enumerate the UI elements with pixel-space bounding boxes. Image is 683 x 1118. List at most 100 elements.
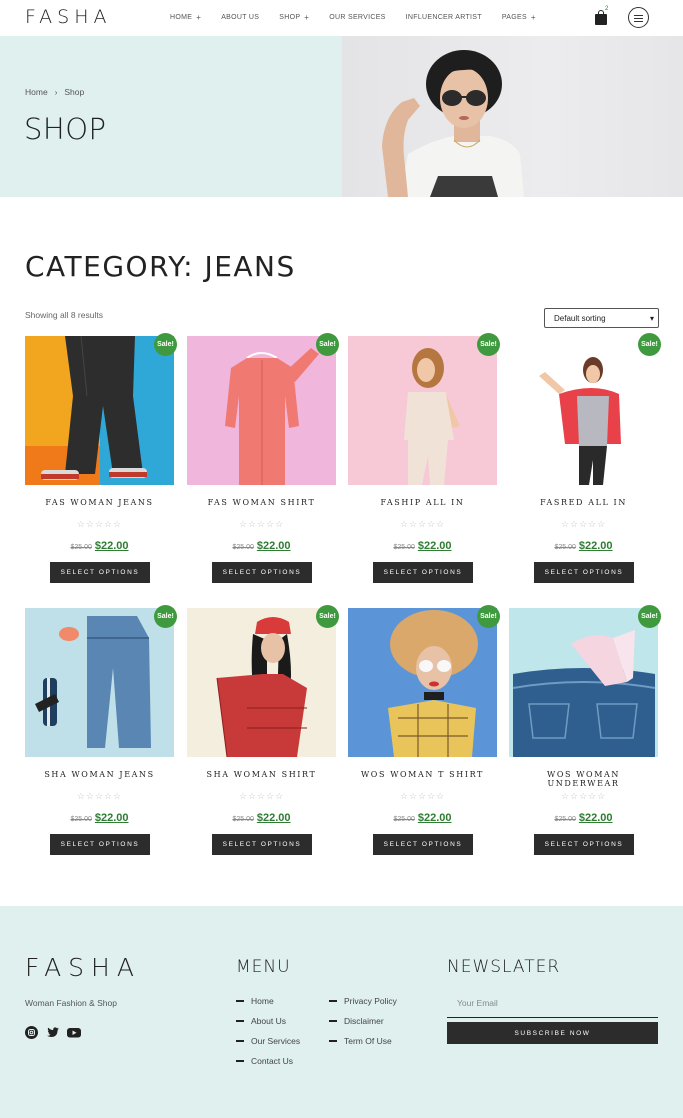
nav-influencer-label: INFLUENCER ARTIST — [405, 14, 482, 21]
site-footer: FASHA Woman Fashion & Shop MENU Home Abo… — [0, 906, 683, 1118]
sale-badge: Sale! — [638, 333, 661, 356]
product-image[interactable] — [187, 608, 336, 757]
product-price: $25.00 $22.00 — [509, 536, 658, 554]
sale-badge: Sale! — [316, 605, 339, 628]
footer-link-label: Term Of Use — [344, 1036, 392, 1046]
hamburger-menu-icon[interactable] — [628, 7, 649, 28]
product-image[interactable] — [348, 336, 497, 485]
product-price: $25.00 $22.00 — [25, 536, 174, 554]
footer-link-term-of-use[interactable]: Term Of Use — [329, 1036, 392, 1046]
old-price: $25.00 — [232, 544, 254, 551]
twitter-icon[interactable] — [46, 1026, 59, 1039]
dash-icon — [236, 1040, 244, 1042]
nav-about-us[interactable]: ABOUT US — [221, 13, 259, 22]
footer-link-label: About Us — [251, 1016, 286, 1026]
product-price: $25.00 $22.00 — [187, 536, 336, 554]
product-name[interactable]: FAS WOMAN SHIRT — [187, 498, 336, 507]
plus-icon: + — [196, 13, 202, 22]
sale-badge: Sale! — [477, 333, 500, 356]
select-options-button[interactable]: SELECT OPTIONS — [534, 562, 634, 583]
nav-influencer-artist[interactable]: INFLUENCER ARTIST — [406, 13, 482, 22]
footer-link-contact-us[interactable]: Contact Us — [236, 1056, 293, 1066]
nav-our-services[interactable]: OUR SERVICES — [329, 13, 385, 22]
sale-price: $22.00 — [578, 812, 613, 824]
breadcrumb: Home › Shop — [25, 87, 84, 97]
product-image[interactable] — [25, 608, 174, 757]
newsletter-email-input[interactable]: Your Email — [447, 994, 658, 1018]
footer-link-about-us[interactable]: About Us — [236, 1016, 286, 1026]
plus-icon: + — [530, 13, 536, 22]
old-price: $25.00 — [393, 544, 415, 551]
footer-logo[interactable]: FASHA — [25, 953, 141, 982]
product-name[interactable]: FAS WOMAN JEANS — [25, 498, 174, 507]
sale-badge: Sale! — [477, 605, 500, 628]
nav-shop-label: SHOP — [279, 14, 301, 21]
footer-menu-heading: MENU — [236, 957, 291, 977]
hero-image — [342, 36, 683, 197]
sale-badge: Sale! — [154, 333, 177, 356]
select-options-button[interactable]: SELECT OPTIONS — [50, 562, 150, 583]
nav-services-label: OUR SERVICES — [329, 14, 386, 21]
cart-icon[interactable] — [595, 10, 607, 25]
instagram-icon[interactable] — [25, 1026, 38, 1039]
sale-price: $22.00 — [417, 812, 452, 824]
subscribe-button[interactable]: SUBSCRIBE NOW — [447, 1022, 658, 1044]
star-rating-icon: ☆☆☆☆☆ — [399, 791, 446, 801]
breadcrumb-current: Shop — [64, 87, 85, 97]
site-header: FASHA HOME + ABOUT US SHOP + OUR SERVICES … — [0, 0, 683, 36]
select-options-button[interactable]: SELECT OPTIONS — [534, 834, 634, 855]
select-options-button[interactable]: SELECT OPTIONS — [212, 834, 312, 855]
footer-link-label: Our Services — [251, 1036, 301, 1046]
product-image[interactable] — [187, 336, 336, 485]
product-name[interactable]: WOS WOMAN UNDERWEAR — [509, 770, 658, 788]
footer-link-disclaimer[interactable]: Disclaimer — [329, 1016, 384, 1026]
nav-pages[interactable]: PAGES + — [502, 13, 536, 22]
sale-badge: Sale! — [316, 333, 339, 356]
category-title: CATEGORY: JEANS — [25, 250, 296, 283]
result-count: Showing all 8 results — [25, 310, 103, 320]
product-price: $25.00 $22.00 — [25, 808, 174, 826]
product-image[interactable] — [509, 608, 658, 757]
sale-price: $22.00 — [417, 540, 452, 552]
product-name[interactable]: SHA WOMAN SHIRT — [187, 770, 336, 779]
select-options-button[interactable]: SELECT OPTIONS — [212, 562, 312, 583]
select-options-button[interactable]: SELECT OPTIONS — [373, 834, 473, 855]
nav-pages-label: PAGES — [501, 14, 527, 21]
product-price: $25.00 $22.00 — [348, 536, 497, 554]
footer-link-label: Privacy Policy — [344, 996, 397, 1006]
footer-link-home[interactable]: Home — [236, 996, 274, 1006]
product-image[interactable] — [25, 336, 174, 485]
nav-shop[interactable]: SHOP + — [279, 13, 309, 22]
old-price: $25.00 — [232, 816, 254, 823]
breadcrumb-separator-icon: › — [54, 87, 58, 97]
product-name[interactable]: SHA WOMAN JEANS — [25, 770, 174, 779]
sort-select[interactable]: Default sorting ▾ — [544, 308, 659, 328]
social-links — [25, 1026, 81, 1039]
site-logo[interactable]: FASHA — [25, 6, 112, 28]
plus-icon: + — [304, 13, 310, 22]
select-options-button[interactable]: SELECT OPTIONS — [50, 834, 150, 855]
dash-icon — [329, 1040, 337, 1042]
dash-icon — [236, 1020, 244, 1022]
product-image[interactable] — [348, 608, 497, 757]
nav-home[interactable]: HOME + — [170, 13, 201, 22]
product-price: $25.00 $22.00 — [348, 808, 497, 826]
star-rating-icon: ☆☆☆☆☆ — [76, 519, 123, 529]
footer-link-privacy-policy[interactable]: Privacy Policy — [329, 996, 397, 1006]
select-options-button[interactable]: SELECT OPTIONS — [373, 562, 473, 583]
footer-link-label: Contact Us — [251, 1056, 294, 1066]
main-nav: HOME + ABOUT US SHOP + OUR SERVICES INFLUE… — [170, 13, 556, 22]
product-image[interactable] — [509, 336, 658, 485]
breadcrumb-home[interactable]: Home — [25, 87, 48, 97]
old-price: $25.00 — [393, 816, 415, 823]
youtube-icon[interactable] — [67, 1026, 81, 1039]
old-price: $25.00 — [70, 816, 92, 823]
sale-badge: Sale! — [638, 605, 661, 628]
product-price: $25.00 $22.00 — [509, 808, 658, 826]
old-price: $25.00 — [554, 816, 576, 823]
old-price: $25.00 — [554, 544, 576, 551]
product-name[interactable]: FASRED ALL IN — [509, 498, 658, 507]
product-name[interactable]: WOS WOMAN T SHIRT — [348, 770, 497, 779]
product-name[interactable]: FASHIP ALL IN — [348, 498, 497, 507]
footer-link-our-services[interactable]: Our Services — [236, 1036, 300, 1046]
